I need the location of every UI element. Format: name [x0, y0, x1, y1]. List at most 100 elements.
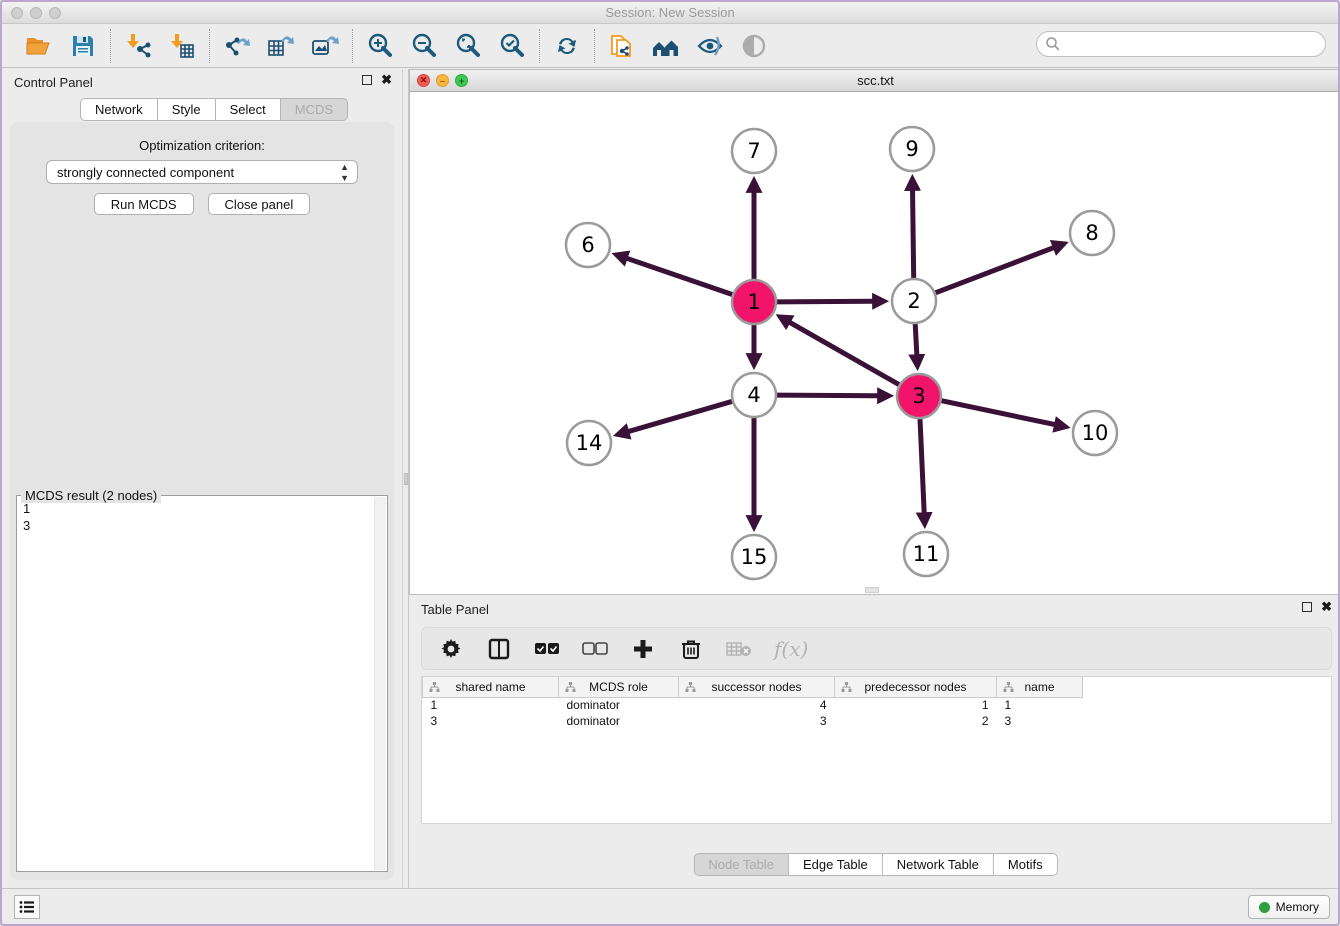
close-table-panel-icon[interactable]: ✖ [1321, 602, 1332, 612]
network-canvas[interactable]: 7 9 6 8 1 2 4 3 14 10 15 11 [410, 93, 1340, 594]
search-input[interactable] [1061, 34, 1325, 54]
column-header-predecessor-nodes[interactable]: predecessor nodes [835, 677, 997, 697]
graph-node-10[interactable]: 10 [1073, 411, 1117, 455]
table-cell[interactable]: 4 [679, 697, 835, 713]
delete-table-icon-disabled [726, 636, 752, 662]
run-mcds-button[interactable]: Run MCDS [94, 193, 194, 215]
mcds-tab-content: Optimization criterion: strongly connect… [10, 122, 394, 880]
node-label: 1 [747, 290, 760, 314]
column-type-icon [429, 682, 440, 692]
search-icon [1045, 36, 1061, 52]
edge-3-11[interactable] [920, 419, 924, 513]
deselect-all-columns-icon[interactable] [582, 636, 608, 662]
edge-4-3[interactable] [777, 395, 878, 396]
zoom-fit-icon[interactable] [453, 31, 483, 61]
edge-3-1[interactable] [790, 322, 899, 384]
zoom-in-icon[interactable] [365, 31, 395, 61]
mcds-result-list[interactable]: 13 [19, 500, 373, 869]
column-header-shared-name[interactable]: shared name [423, 677, 559, 697]
edge-1-6[interactable] [627, 258, 732, 294]
table-cell[interactable]: dominator [559, 713, 679, 729]
column-header-MCDS-role[interactable]: MCDS role [559, 677, 679, 697]
close-panel-button[interactable]: Close panel [208, 193, 311, 215]
memory-status-dot [1259, 902, 1270, 913]
import-table-icon[interactable] [167, 31, 197, 61]
select-all-columns-icon[interactable] [534, 636, 560, 662]
graph-node-15[interactable]: 15 [732, 535, 776, 579]
result-scrollbar[interactable] [374, 497, 386, 870]
export-network-icon[interactable] [222, 31, 252, 61]
table-cell[interactable]: 3 [423, 713, 559, 729]
tab-network-table[interactable]: Network Table [883, 853, 994, 876]
column-header-successor-nodes[interactable]: successor nodes [679, 677, 835, 697]
tab-select[interactable]: Select [216, 98, 281, 121]
open-session-icon[interactable] [24, 31, 54, 61]
edge-4-14[interactable] [628, 401, 732, 431]
table-cell[interactable]: 2 [835, 713, 997, 729]
graph-node-3[interactable]: 3 [897, 374, 941, 418]
copy-network-icon[interactable] [607, 31, 637, 61]
table-cell[interactable]: 1 [423, 697, 559, 713]
network-window-titlebar[interactable]: ✕ – + scc.txt [410, 70, 1340, 92]
close-panel-icon[interactable]: ✖ [381, 75, 392, 85]
table-cell[interactable]: 3 [997, 713, 1083, 729]
edge-2-9[interactable] [913, 190, 914, 278]
float-panel-icon[interactable] [362, 75, 372, 85]
refresh-icon[interactable] [552, 31, 582, 61]
edge-3-10[interactable] [942, 401, 1055, 425]
table-settings-gear-icon[interactable] [438, 636, 464, 662]
column-layout-icon[interactable] [486, 636, 512, 662]
criterion-dropdown[interactable]: strongly connected component ▲▼ [46, 160, 358, 184]
table-row[interactable]: 3dominator323 [423, 713, 1083, 729]
node-label: 14 [576, 431, 603, 455]
save-session-icon[interactable] [68, 31, 98, 61]
splitter-handle[interactable] [404, 473, 408, 485]
graph-node-7[interactable]: 7 [732, 129, 776, 173]
tab-edge-table[interactable]: Edge Table [789, 853, 883, 876]
table-cell[interactable]: 1 [835, 697, 997, 713]
main-toolbar [2, 24, 1338, 68]
search-field[interactable] [1036, 31, 1326, 57]
graph-node-2[interactable]: 2 [892, 279, 936, 323]
table-cell[interactable]: 3 [679, 713, 835, 729]
show-all-networks-icon[interactable] [651, 31, 681, 61]
edge-2-3[interactable] [915, 324, 917, 355]
graph-node-9[interactable]: 9 [890, 127, 934, 171]
edge-1-2[interactable] [777, 301, 873, 302]
table-cell[interactable]: dominator [559, 697, 679, 713]
zoom-out-icon[interactable] [409, 31, 439, 61]
graph-node-6[interactable]: 6 [566, 223, 610, 267]
task-history-button[interactable] [14, 895, 40, 919]
column-header-name[interactable]: name [997, 677, 1083, 697]
network-splitter-handle[interactable] [865, 587, 879, 593]
table-cell[interactable]: 1 [997, 697, 1083, 713]
vertical-splitter[interactable] [402, 69, 409, 888]
list-icon [19, 900, 35, 914]
memory-button[interactable]: Memory [1248, 895, 1330, 919]
float-table-panel-icon[interactable] [1302, 602, 1312, 612]
delete-column-trash-icon[interactable] [678, 636, 704, 662]
import-network-icon[interactable] [123, 31, 153, 61]
zoom-selected-icon[interactable] [497, 31, 527, 61]
column-header-label: name [1024, 680, 1054, 694]
tab-style[interactable]: Style [158, 98, 216, 121]
graph-node-8[interactable]: 8 [1070, 211, 1114, 255]
network-graph[interactable]: 7 9 6 8 1 2 4 3 14 10 15 11 [410, 93, 1340, 594]
edge-2-8[interactable] [935, 248, 1053, 293]
hide-panel-eye-icon[interactable] [695, 31, 725, 61]
tab-motifs[interactable]: Motifs [994, 853, 1058, 876]
add-column-icon[interactable] [630, 636, 656, 662]
graph-node-1[interactable]: 1 [732, 280, 776, 324]
node-table[interactable]: shared nameMCDS rolesuccessor nodesprede… [422, 677, 1083, 729]
graph-node-11[interactable]: 11 [904, 532, 948, 576]
table-row[interactable]: 1dominator411 [423, 697, 1083, 713]
tab-mcds[interactable]: MCDS [281, 98, 348, 121]
tab-node-table[interactable]: Node Table [693, 853, 789, 876]
graph-node-14[interactable]: 14 [567, 421, 611, 465]
export-image-icon[interactable] [310, 31, 340, 61]
graph-node-4[interactable]: 4 [732, 373, 776, 417]
export-table-icon[interactable] [266, 31, 296, 61]
window-titlebar: Session: New Session [2, 2, 1338, 24]
tab-network[interactable]: Network [80, 98, 158, 121]
function-builder-icon-disabled: f(x) [774, 637, 808, 661]
